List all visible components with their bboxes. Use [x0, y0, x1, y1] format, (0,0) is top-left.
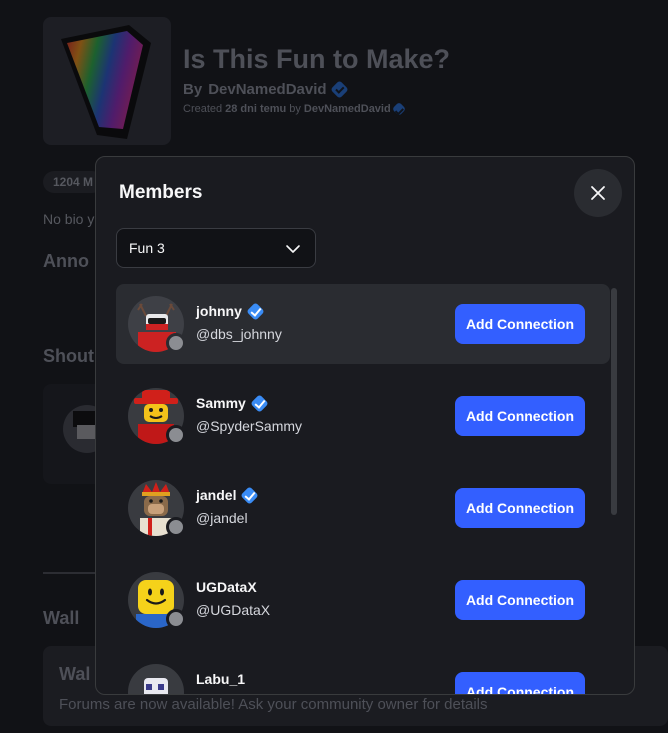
- username: @dbs_johnny: [196, 326, 282, 342]
- group-title: Is This Fun to Make?: [183, 44, 451, 74]
- username: @jandel: [196, 510, 248, 526]
- display-name[interactable]: Sammy: [196, 395, 246, 411]
- display-name-line: UGDataX: [196, 579, 257, 595]
- presence-indicator: [166, 425, 186, 445]
- close-button[interactable]: [574, 169, 622, 217]
- username: @SpyderSammy: [196, 418, 303, 434]
- add-connection-button[interactable]: Add Connection: [455, 488, 585, 528]
- section-divider: [43, 572, 103, 574]
- display-name[interactable]: jandel: [196, 487, 236, 503]
- member-row[interactable]: UGDataX @UGDataX Add Connection: [116, 560, 610, 640]
- verified-badge-icon: [329, 80, 349, 99]
- display-name-line: Labu_1: [196, 671, 245, 687]
- created-owner-link[interactable]: DevNamedDavid: [304, 103, 391, 115]
- created-by: by: [289, 103, 301, 115]
- chevron-down-icon: [286, 245, 300, 253]
- modal-title: Members: [119, 182, 203, 203]
- display-name[interactable]: UGDataX: [196, 579, 257, 595]
- verified-badge-icon: [242, 488, 257, 503]
- add-connection-button[interactable]: Add Connection: [455, 396, 585, 436]
- verified-badge-icon: [248, 304, 263, 319]
- display-name[interactable]: Labu_1: [196, 671, 245, 687]
- wall-heading: Wall: [43, 608, 80, 628]
- add-connection-button[interactable]: Add Connection: [455, 304, 585, 344]
- role-dropdown[interactable]: Fun 3: [116, 228, 316, 268]
- member-row[interactable]: Sammy @SpyderSammy Add Connection: [116, 376, 610, 456]
- member-count-badge[interactable]: 1204 M: [43, 171, 103, 193]
- group-icon-image: [43, 17, 171, 145]
- group-created-line: Created 28 dni temu by DevNamedDavid: [183, 101, 406, 117]
- shout-heading: Shout: [43, 346, 94, 366]
- username: @UGDataX: [196, 602, 271, 618]
- avatar[interactable]: [128, 664, 186, 694]
- by-prefix: By: [183, 81, 203, 98]
- display-name-line: jandel: [196, 487, 257, 503]
- add-connection-button[interactable]: Add Connection: [455, 580, 585, 620]
- wall-card-text: Forums are now available! Ask your commu…: [59, 696, 488, 713]
- avatar[interactable]: [128, 296, 186, 354]
- display-name-line: Sammy: [196, 395, 267, 411]
- display-name-line: johnny: [196, 303, 263, 319]
- announcements-heading: Anno: [43, 251, 89, 271]
- add-connection-button[interactable]: Add Connection: [455, 672, 585, 694]
- role-dropdown-value: Fun 3: [129, 240, 165, 256]
- avatar[interactable]: [128, 572, 186, 630]
- member-row[interactable]: johnny @dbs_johnny Add Connection: [116, 284, 610, 364]
- scrollbar-thumb[interactable]: [611, 288, 617, 515]
- owner-link[interactable]: DevNamedDavid: [208, 81, 326, 98]
- member-row[interactable]: Labu_1 Add Connection: [116, 652, 610, 694]
- members-modal: Members Fun 3 johnny @dbs_johnny Add Con…: [95, 156, 635, 695]
- presence-indicator: [166, 517, 186, 537]
- avatar[interactable]: [128, 480, 186, 538]
- created-prefix: Created: [183, 103, 223, 115]
- wall-card-title: Wal: [59, 664, 91, 684]
- presence-indicator: [166, 609, 186, 629]
- verified-badge-icon: [391, 101, 406, 117]
- created-age: 28 dni temu: [225, 103, 287, 115]
- avatar[interactable]: [128, 388, 186, 446]
- member-row[interactable]: jandel @jandel Add Connection: [116, 468, 610, 548]
- group-bio: No bio y: [43, 211, 95, 227]
- presence-indicator: [166, 333, 186, 353]
- display-name[interactable]: johnny: [196, 303, 242, 319]
- close-icon: [591, 186, 605, 200]
- group-owner-line: By DevNamedDavid: [183, 80, 349, 99]
- verified-badge-icon: [252, 396, 267, 411]
- member-list[interactable]: johnny @dbs_johnny Add Connection Sammy …: [116, 284, 610, 694]
